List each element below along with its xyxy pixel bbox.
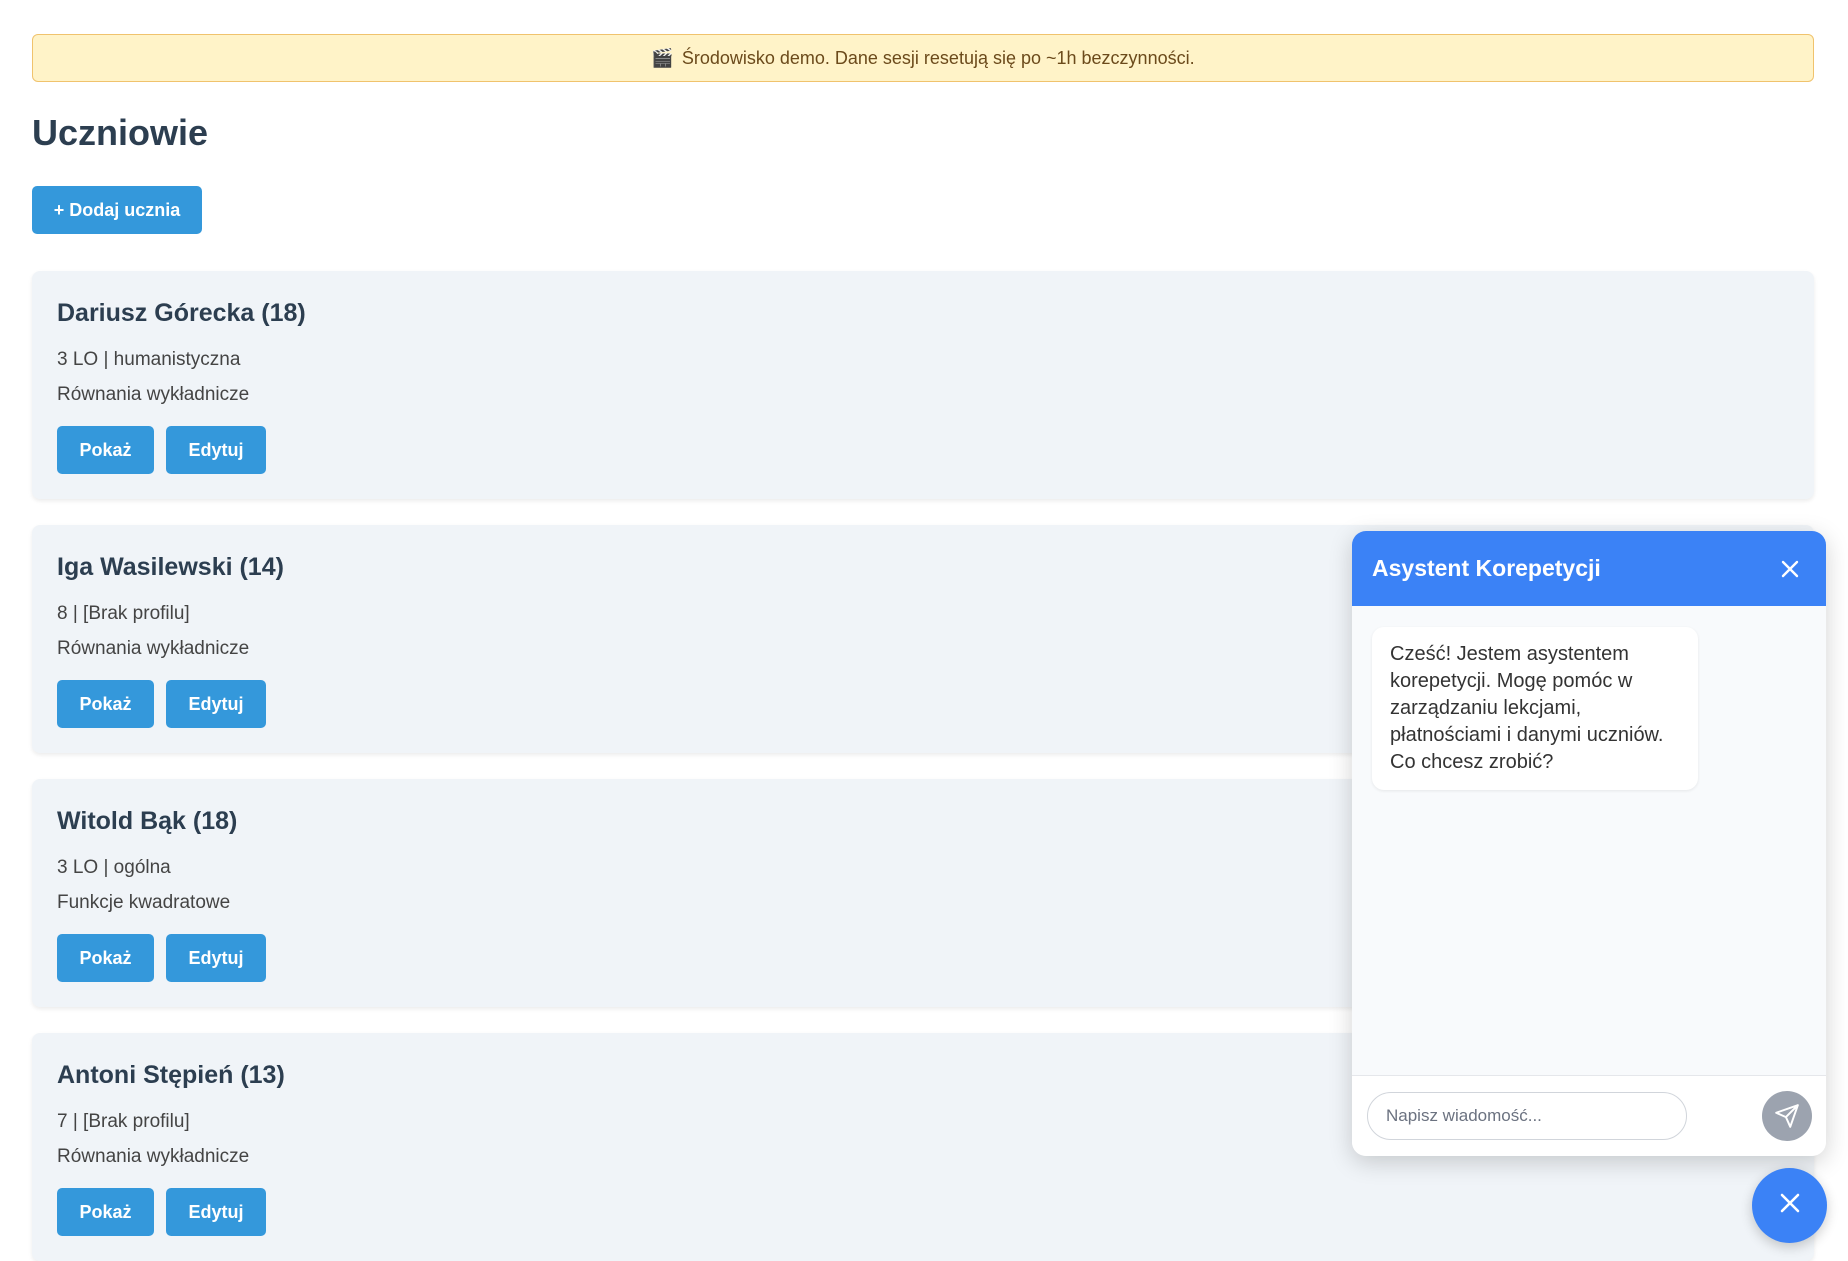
student-class-profile: 3 LO | humanistyczna <box>57 349 241 370</box>
student-card: Dariusz Górecka (18) 3 LO | humanistyczn… <box>32 271 1814 499</box>
student-topic: Równania wykładnicze <box>57 384 250 405</box>
chat-message-input[interactable] <box>1367 1092 1687 1140</box>
chat-toggle-button[interactable] <box>1752 1168 1827 1243</box>
edit-student-button[interactable]: Edytuj <box>166 934 266 982</box>
show-student-button[interactable]: Pokaż <box>57 1188 154 1236</box>
student-actions: Pokaż Edytuj <box>57 426 266 474</box>
student-actions: Pokaż Edytuj <box>57 680 266 728</box>
banner-text: Środowisko demo. Dane sesji resetują się… <box>681 47 1195 68</box>
page-title: Uczniowie <box>32 112 209 153</box>
student-actions: Pokaż Edytuj <box>57 1188 266 1236</box>
chat-footer <box>1352 1075 1826 1156</box>
edit-student-button[interactable]: Edytuj <box>166 1188 266 1236</box>
close-icon <box>1779 1192 1801 1219</box>
show-student-button[interactable]: Pokaż <box>57 426 154 474</box>
student-topic: Funkcje kwadratowe <box>57 892 231 913</box>
clapperboard-icon: 🎬 <box>651 47 674 68</box>
assistant-message: Cześć! Jestem asystentem korepetycji. Mo… <box>1372 627 1698 790</box>
student-name: Iga Wasilewski (14) <box>57 553 284 581</box>
page: 🎬 Środowisko demo. Dane sesji resetują s… <box>0 0 1848 1261</box>
student-topic: Równania wykładnicze <box>57 1146 250 1167</box>
student-class-profile: 7 | [Brak profilu] <box>57 1111 190 1132</box>
chat-header: Asystent Korepetycji <box>1352 531 1826 606</box>
show-student-button[interactable]: Pokaż <box>57 680 154 728</box>
student-class-profile: 3 LO | ogólna <box>57 857 171 878</box>
demo-banner: 🎬 Środowisko demo. Dane sesji resetują s… <box>32 34 1814 82</box>
add-student-button[interactable]: + Dodaj ucznia <box>32 186 202 234</box>
close-icon[interactable] <box>1774 553 1806 585</box>
student-actions: Pokaż Edytuj <box>57 934 266 982</box>
chat-title: Asystent Korepetycji <box>1372 555 1601 581</box>
student-name: Dariusz Górecka (18) <box>57 299 306 327</box>
send-icon[interactable] <box>1762 1091 1812 1141</box>
chat-widget: Asystent Korepetycji Cześć! Jestem asyst… <box>1352 531 1826 1156</box>
student-name: Witold Bąk (18) <box>57 807 238 835</box>
student-topic: Równania wykładnicze <box>57 638 250 659</box>
student-class-profile: 8 | [Brak profilu] <box>57 603 190 624</box>
student-name: Antoni Stępień (13) <box>57 1061 285 1089</box>
show-student-button[interactable]: Pokaż <box>57 934 154 982</box>
edit-student-button[interactable]: Edytuj <box>166 680 266 728</box>
edit-student-button[interactable]: Edytuj <box>166 426 266 474</box>
